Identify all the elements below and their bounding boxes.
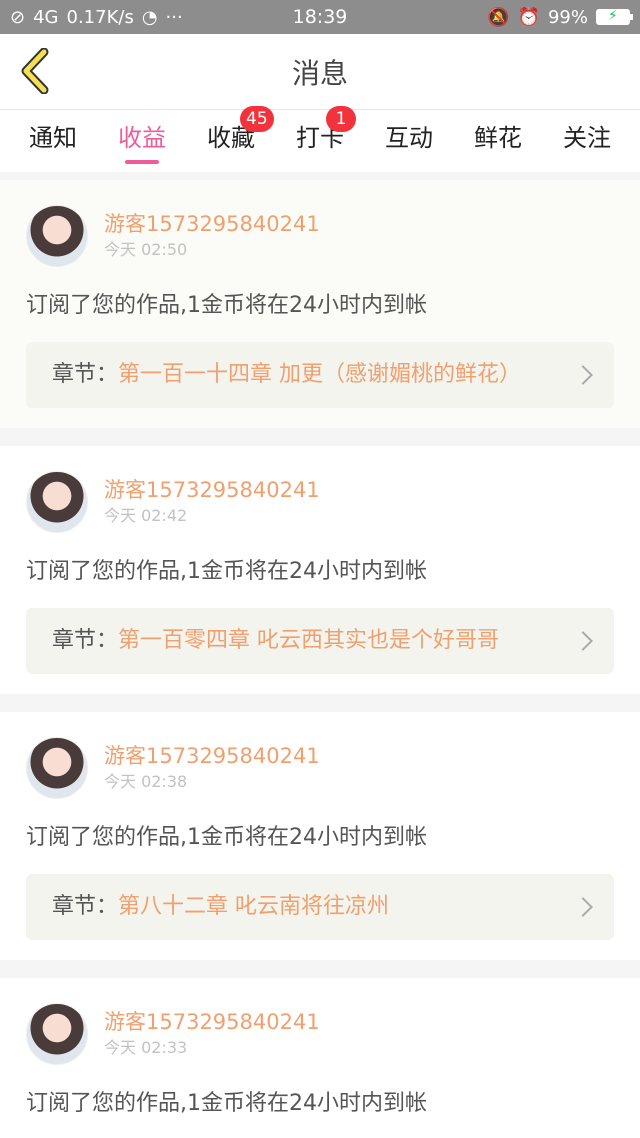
- back-chevron-icon: [21, 48, 49, 94]
- collection-badge: 45: [240, 106, 274, 132]
- tab-collection[interactable]: 收藏 45: [192, 106, 274, 172]
- avatar[interactable]: [26, 205, 88, 267]
- wifi-icon: ◔: [141, 6, 158, 28]
- username[interactable]: 游客1573295840241: [104, 210, 320, 238]
- chapter-label: 章节：: [52, 362, 119, 387]
- message-time: 今天 02:42: [104, 506, 188, 525]
- chapter-label: 章节：: [52, 628, 119, 653]
- user-meta: 游客1573295840241 今天 02:33: [104, 1008, 320, 1060]
- page-title: 消息: [291, 56, 348, 90]
- user-meta: 游客1573295840241 今天 02:50: [104, 210, 320, 262]
- chevron-right-icon: [573, 897, 593, 917]
- message-time: 今天 02:38: [104, 772, 188, 791]
- user-meta: 游客1573295840241 今天 02:38: [104, 742, 320, 794]
- top-header: 消息: [0, 34, 640, 110]
- username[interactable]: 游客1573295840241: [104, 1008, 320, 1036]
- message-time: 今天 02:50: [104, 240, 188, 259]
- checkin-badge: 1: [326, 106, 356, 132]
- signal-icon: 4G: [33, 6, 59, 28]
- tab-label: 关注: [563, 124, 611, 152]
- username[interactable]: 游客1573295840241: [104, 476, 320, 504]
- avatar[interactable]: [26, 737, 88, 799]
- tab-checkin[interactable]: 打卡 1: [281, 106, 359, 172]
- chapter-title: 第一百零四章 叱云西其实也是个好哥哥: [118, 628, 500, 653]
- battery-icon: ⚡: [596, 8, 633, 25]
- chapter-title: 第八十二章 叱云南将往凉州: [118, 894, 390, 919]
- message-header: 游客1573295840241 今天 02:38: [26, 736, 614, 800]
- chapter-link[interactable]: 章节：第一百零四章 叱云西其实也是个好哥哥: [26, 608, 614, 674]
- alarm-icon: ⏰: [517, 6, 540, 28]
- message-text: 订阅了您的作品,1金币将在24小时内到帐: [26, 825, 427, 850]
- dnd-icon: ⊘: [10, 6, 26, 28]
- status-right: 🔕 ⏰ 99% ⚡: [487, 6, 633, 28]
- tab-notice[interactable]: 通知: [14, 110, 92, 172]
- message-header: 游客1573295840241 今天 02:50: [26, 204, 614, 268]
- username[interactable]: 游客1573295840241: [104, 742, 320, 770]
- avatar[interactable]: [26, 1003, 88, 1065]
- chevron-right-icon: [573, 631, 593, 651]
- tab-follow[interactable]: 关注: [548, 110, 626, 172]
- message-text: 订阅了您的作品,1金币将在24小时内到帐: [26, 559, 427, 584]
- message-card[interactable]: 游客1573295840241 今天 02:42 订阅了您的作品,1金币将在24…: [0, 446, 640, 694]
- chapter-label: 章节：: [52, 894, 119, 919]
- chevron-right-icon: [573, 365, 593, 385]
- back-button[interactable]: [10, 46, 60, 96]
- avatar[interactable]: [26, 471, 88, 533]
- chapter-title: 第一百一十四章 加更（感谢媚桃的鲜花）: [118, 362, 522, 387]
- network-speed: 0.17K/s: [66, 6, 134, 28]
- status-bar: ⊘ 4G 0.17K/s ◔ ··· 18:39 🔕 ⏰ 99% ⚡: [0, 0, 640, 34]
- chapter-link[interactable]: 章节：第八十二章 叱云南将往凉州: [26, 874, 614, 940]
- message-time: 今天 02:33: [104, 1038, 188, 1057]
- tab-interaction[interactable]: 互动: [370, 110, 448, 172]
- mute-icon: 🔕: [487, 6, 510, 28]
- more-icon: ···: [165, 6, 183, 28]
- tab-label: 收益: [118, 124, 166, 152]
- message-list: 游客1573295840241 今天 02:50 订阅了您的作品,1金币将在24…: [0, 180, 640, 1138]
- message-card[interactable]: 游客1573295840241 今天 02:50 订阅了您的作品,1金币将在24…: [0, 180, 640, 428]
- message-header: 游客1573295840241 今天 02:33: [26, 1002, 614, 1066]
- tab-income[interactable]: 收益: [103, 110, 181, 172]
- tab-label: 通知: [29, 124, 77, 152]
- tab-flowers[interactable]: 鲜花: [459, 110, 537, 172]
- message-card[interactable]: 游客1573295840241 今天 02:38 订阅了您的作品,1金币将在24…: [0, 712, 640, 960]
- tab-label: 互动: [385, 124, 433, 152]
- message-header: 游客1573295840241 今天 02:42: [26, 470, 614, 534]
- message-text: 订阅了您的作品,1金币将在24小时内到帐: [26, 293, 427, 318]
- status-left: ⊘ 4G 0.17K/s ◔ ···: [10, 7, 183, 28]
- battery-percent: 99%: [547, 6, 588, 28]
- chapter-link[interactable]: 章节：第一百一十四章 加更（感谢媚桃的鲜花）: [26, 342, 614, 408]
- message-card[interactable]: 游客1573295840241 今天 02:33 订阅了您的作品,1金币将在24…: [0, 978, 640, 1138]
- message-text: 订阅了您的作品,1金币将在24小时内到帐: [26, 1091, 427, 1116]
- tab-label: 鲜花: [474, 124, 522, 152]
- user-meta: 游客1573295840241 今天 02:42: [104, 476, 320, 528]
- message-tabs: 通知 收益 收藏 45 打卡 1 互动 鲜花 关注: [0, 106, 640, 172]
